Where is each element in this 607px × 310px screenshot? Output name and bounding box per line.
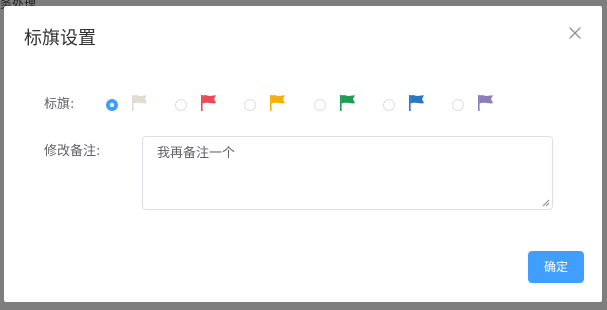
confirm-button[interactable]: 确定 [528, 251, 584, 283]
flag-option-none[interactable] [106, 94, 166, 118]
flag-option-yellow[interactable] [244, 94, 304, 118]
dialog-title: 标旗设置 [24, 28, 96, 49]
flag-label: 标旗: [44, 97, 75, 112]
flag-icon [478, 95, 493, 111]
close-icon [569, 27, 581, 39]
resize-handle-icon[interactable] [542, 199, 550, 207]
flag-icon [270, 95, 285, 111]
remark-textarea[interactable]: 我再备注一个 [142, 136, 553, 210]
flag-icon [201, 95, 216, 111]
flag-icon [409, 95, 424, 111]
flag-settings-dialog: 标旗设置 标旗: 修改备注: 我再备注一个 确定 [4, 6, 602, 302]
flag-radio-purple[interactable] [452, 99, 464, 111]
remark-text: 我再备注一个 [157, 146, 236, 161]
flag-radio-yellow[interactable] [244, 99, 256, 111]
remark-label: 修改备注: [44, 144, 101, 159]
flag-option-purple[interactable] [452, 94, 512, 118]
flag-radio-none[interactable] [106, 99, 118, 111]
flag-option-green[interactable] [314, 94, 374, 118]
flag-icon [340, 95, 355, 111]
close-button[interactable] [568, 26, 582, 40]
flag-option-blue[interactable] [383, 94, 443, 118]
flag-radio-blue[interactable] [383, 99, 395, 111]
flag-radio-red[interactable] [175, 99, 187, 111]
flag-option-red[interactable] [175, 94, 235, 118]
flag-icon [132, 95, 147, 111]
flag-radio-green[interactable] [314, 99, 326, 111]
